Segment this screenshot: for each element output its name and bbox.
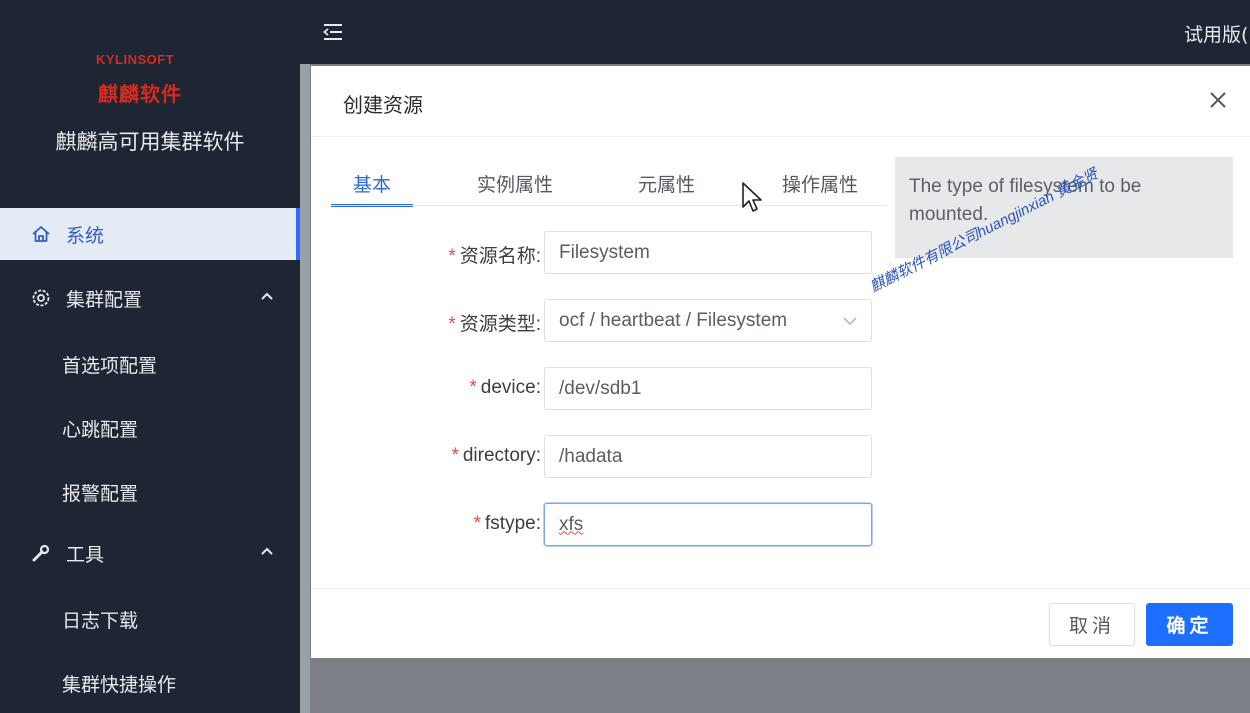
home-icon [30,223,52,245]
kylinsoft-logo: KYLINSOFT 麒麟软件 [96,46,196,106]
confirm-button[interactable]: 确定 [1146,603,1233,646]
form-row-fstype: * fstype: xfs [311,503,891,547]
tab-bar: 基本 实例属性 元属性 操作属性 [331,170,886,207]
required-mark: * [473,513,482,534]
select-value: ocf / heartbeat / Filesystem [559,309,788,331]
gear-icon [30,287,52,309]
fstype-input[interactable]: xfs [544,503,872,546]
field-label: * 资源名称: [448,246,541,267]
divider [311,588,1250,589]
required-mark: * [451,445,459,466]
mouse-cursor-icon [742,182,762,212]
divider [331,205,886,206]
sidebar-item-alarm[interactable]: 报警配置 [62,479,138,506]
tab-basic[interactable]: 基本 [353,170,391,197]
form-row-resource-name: * 资源名称: Filesystem [311,231,891,275]
chevron-down-icon [843,317,857,326]
field-label: * fstype: [473,513,541,534]
sidebar-item-preferences[interactable]: 首选项配置 [62,351,157,378]
logo-cn: 麒麟软件 [98,82,182,106]
directory-input[interactable]: /hadata [544,435,872,478]
form-row-directory: * directory: /hadata [311,435,891,479]
sidebar: KYLINSOFT 麒麟软件 麒麟高可用集群软件 系统 集群配置 首选项配置 心… [0,0,300,713]
tab-instance-attributes[interactable]: 实例属性 [477,170,553,197]
tab-operation-attributes[interactable]: 操作属性 [782,170,858,197]
form-row-device: * device: /dev/sdb1 [311,367,891,411]
sidebar-item-label: 系统 [66,224,105,247]
sidebar-item-label: 集群配置 [66,288,143,311]
dialog-title: 创建资源 [343,93,423,117]
required-mark: * [448,314,456,335]
top-bar: 试用版( [300,0,1250,64]
app-name: 麒麟高可用集群软件 [55,130,245,154]
close-icon[interactable] [1208,90,1228,110]
sidebar-item-cluster-config[interactable]: 集群配置 [0,272,300,324]
sidebar-item-label: 工具 [66,543,105,566]
required-mark: * [469,377,477,398]
sidebar-item-quick-ops[interactable]: 集群快捷操作 [62,670,176,697]
device-input[interactable]: /dev/sdb1 [544,367,872,410]
field-label: * device: [469,377,541,398]
create-resource-dialog: 创建资源 基本 实例属性 元属性 操作属性 The type of filesy… [311,66,1250,658]
field-label: * directory: [451,445,541,466]
resource-name-input[interactable]: Filesystem [544,231,872,274]
logo-latin: KYLINSOFT [96,52,175,67]
required-mark: * [448,246,456,267]
cancel-button[interactable]: 取消 [1049,603,1135,646]
form-row-resource-type: * 资源类型: ocf / heartbeat / Filesystem [311,299,891,343]
overlay-edge [300,64,310,713]
chevron-up-icon [261,547,273,555]
tab-meta-attributes[interactable]: 元属性 [638,170,695,197]
resource-type-select[interactable]: ocf / heartbeat / Filesystem [544,299,872,342]
wrench-icon [30,542,52,564]
field-label: * 资源类型: [448,314,541,335]
menu-fold-icon[interactable] [322,22,344,42]
sidebar-item-log-download[interactable]: 日志下载 [62,606,138,633]
divider [311,136,1250,137]
sidebar-item-system[interactable]: 系统 [0,208,300,260]
chevron-up-icon [261,292,273,300]
sidebar-item-heartbeat[interactable]: 心跳配置 [62,415,138,442]
sidebar-item-tools[interactable]: 工具 [0,527,300,579]
trial-badge[interactable]: 试用版( [1184,20,1250,47]
fstype-value: xfs [559,513,584,535]
